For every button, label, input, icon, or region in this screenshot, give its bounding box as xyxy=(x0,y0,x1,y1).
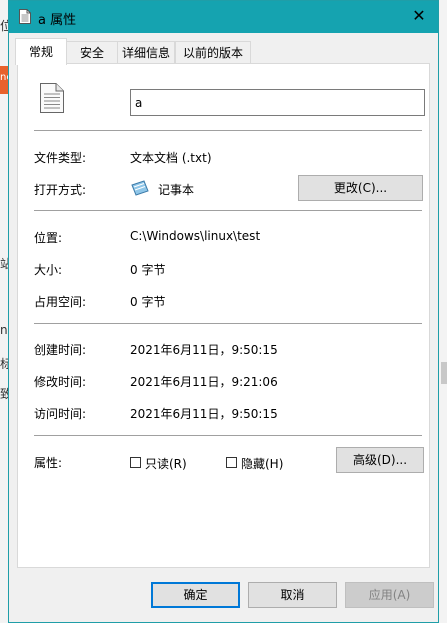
background-text: n xyxy=(0,323,8,337)
tab-page-general: 文件类型: 文本文档 (.txt) 打开方式: 记事本 更改(C)... 位置:… xyxy=(17,63,430,568)
size-on-disk-label: 占用空间: xyxy=(34,295,87,309)
tab-label: 安全 xyxy=(79,46,104,60)
properties-dialog: a 属性 ✕ 常规 安全 详细信息 以前的版本 文件类型: 文本文档 (.txt… xyxy=(8,0,439,623)
ok-button[interactable]: 确定 xyxy=(151,582,240,608)
background-app-left-edge: 位 ne 站 n 标 致 xyxy=(0,0,13,623)
close-button[interactable]: ✕ xyxy=(408,5,430,27)
tab-general[interactable]: 常规 xyxy=(15,38,67,65)
background-scrollbar-thumb xyxy=(441,362,447,384)
close-icon: ✕ xyxy=(412,6,426,25)
divider xyxy=(34,323,422,324)
tab-label: 常规 xyxy=(28,45,53,59)
file-type-label: 文件类型: xyxy=(34,151,87,165)
open-with-value: 记事本 xyxy=(158,183,195,197)
created-label: 创建时间: xyxy=(34,343,87,357)
readonly-label[interactable]: 只读(R) xyxy=(145,455,187,472)
title-bar[interactable]: a 属性 ✕ xyxy=(9,1,438,33)
attributes-label: 属性: xyxy=(34,456,63,470)
open-with-label: 打开方式: xyxy=(34,183,87,197)
divider xyxy=(34,210,422,211)
tab-previous-versions[interactable]: 以前的版本 xyxy=(175,41,251,64)
divider xyxy=(34,435,422,436)
modified-label: 修改时间: xyxy=(34,375,87,389)
cancel-button[interactable]: 取消 xyxy=(248,582,337,608)
window-title: a 属性 xyxy=(38,13,77,28)
accessed-label: 访问时间: xyxy=(34,407,87,421)
size-label: 大小: xyxy=(34,263,63,277)
location-label: 位置: xyxy=(34,231,63,245)
file-name-input[interactable] xyxy=(130,89,425,116)
location-value: C:\Windows\linux\test xyxy=(130,229,261,243)
divider xyxy=(34,130,422,131)
change-button[interactable]: 更改(C)... xyxy=(298,175,423,201)
accessed-value: 2021年6月11日，9:50:15 xyxy=(130,407,278,421)
modified-value: 2021年6月11日，9:21:06 xyxy=(130,375,278,389)
text-file-icon xyxy=(19,9,31,24)
tab-label: 以前的版本 xyxy=(182,46,243,60)
hidden-label[interactable]: 隐藏(H) xyxy=(241,455,283,472)
size-on-disk-value: 0 字节 xyxy=(130,295,166,309)
notepad-icon xyxy=(131,180,149,196)
file-type-value: 文本文档 (.txt) xyxy=(130,151,212,165)
size-value: 0 字节 xyxy=(130,263,166,277)
readonly-checkbox[interactable] xyxy=(130,457,141,468)
text-file-icon xyxy=(40,83,64,113)
tab-security[interactable]: 安全 xyxy=(66,41,118,64)
created-value: 2021年6月11日，9:50:15 xyxy=(130,343,278,357)
tab-label: 详细信息 xyxy=(121,46,170,60)
hidden-checkbox[interactable] xyxy=(226,457,237,468)
background-app-right-edge xyxy=(439,0,447,623)
apply-button[interactable]: 应用(A) xyxy=(345,582,434,608)
advanced-button[interactable]: 高级(D)... xyxy=(336,447,424,473)
tab-details[interactable]: 详细信息 xyxy=(117,41,175,64)
